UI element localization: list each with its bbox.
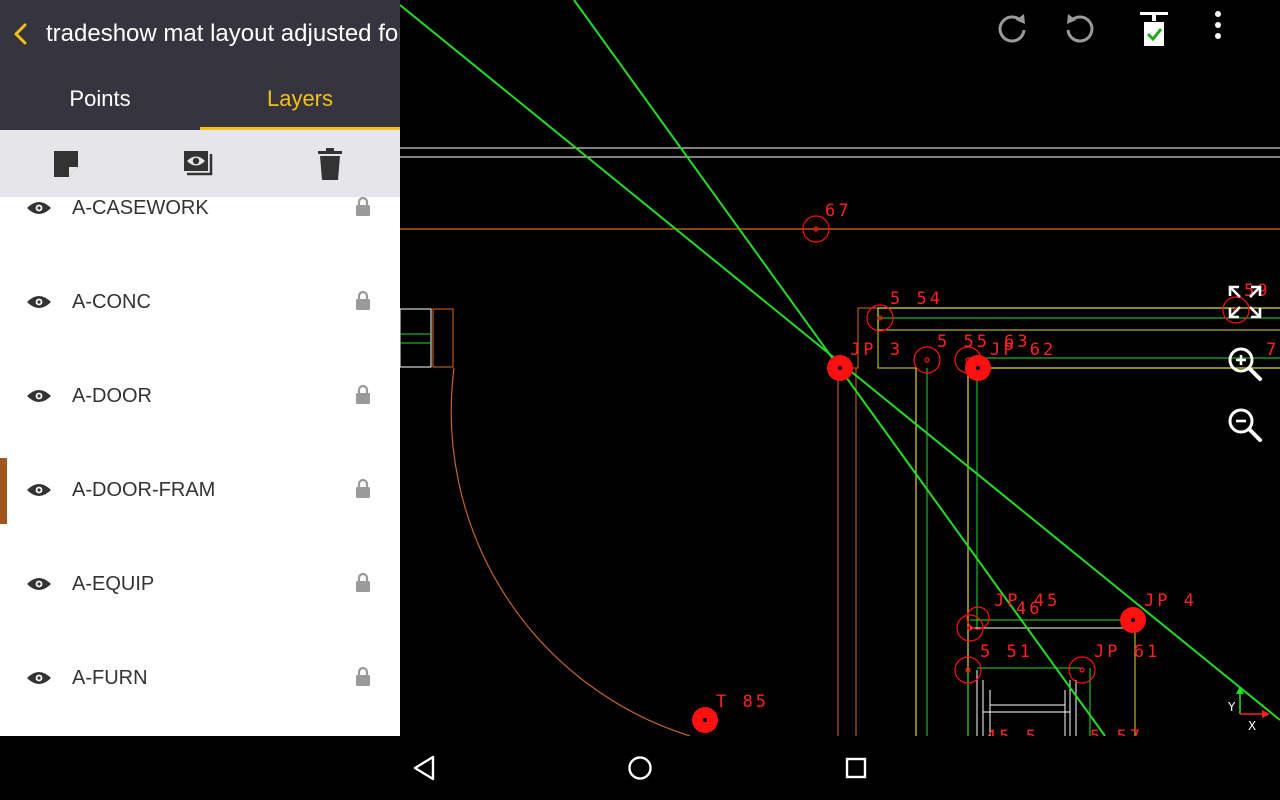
point-label: 5 51 — [980, 642, 1033, 662]
layer-row-selected[interactable]: A-DOOR-FRAM — [0, 440, 400, 534]
redo-button[interactable] — [994, 10, 1038, 54]
nav-recents-button[interactable] — [834, 746, 878, 790]
layer-visibility-icon — [184, 151, 213, 176]
lock-icon[interactable] — [352, 477, 374, 499]
new-layer-button[interactable] — [46, 144, 86, 184]
layer-row[interactable]: A-CONC — [0, 252, 400, 346]
point-label: 63 — [1004, 332, 1030, 352]
layer-row[interactable]: A-CASEWORK — [0, 197, 400, 252]
point-label: 67 — [825, 201, 851, 221]
point-label: T 85 — [716, 692, 769, 712]
undo-icon — [1066, 14, 1094, 43]
lock-icon[interactable] — [352, 571, 374, 593]
app-bar: tradeshow mat layout adjusted for demo — [0, 0, 400, 68]
lock-icon[interactable] — [352, 665, 374, 687]
layer-name: A-CONC — [72, 291, 151, 313]
eye-icon[interactable] — [24, 479, 54, 501]
back-icon — [413, 755, 435, 781]
point-label: 45 5 — [986, 727, 1039, 736]
tab-layers[interactable]: Layers — [200, 68, 400, 130]
tab-points[interactable]: Points — [0, 68, 200, 130]
fit-extents-button[interactable] — [1227, 284, 1271, 328]
delete-icon — [318, 148, 342, 180]
zoom-out-icon — [1228, 408, 1262, 442]
home-icon — [628, 756, 652, 780]
layer-name: A-EQUIP — [72, 573, 155, 595]
layer-row[interactable]: A-FURN — [0, 628, 400, 722]
cad-drawing[interactable]: 67 5 54 JP 3 5 55 JP 62 63 59 7 JP 45 46… — [400, 0, 1280, 736]
selected-layer-color — [0, 458, 7, 524]
delete-layer-button[interactable] — [310, 144, 350, 184]
new-layer-icon — [54, 151, 78, 177]
fit-extents-icon — [1228, 285, 1262, 319]
layer-name: A-DOOR — [72, 385, 152, 407]
layer-name: A-CASEWORK — [72, 197, 209, 219]
layer-row[interactable]: A-EQUIP — [0, 534, 400, 628]
point-label: 46 — [1016, 599, 1042, 619]
eye-icon[interactable] — [24, 291, 54, 313]
redo-icon — [998, 14, 1026, 43]
lock-icon[interactable] — [352, 197, 374, 217]
system-nav-bar — [0, 736, 1280, 800]
layer-visibility-button[interactable] — [178, 144, 218, 184]
svg-text:Y: Y — [1227, 700, 1236, 714]
point-label: JP 3 — [850, 340, 903, 360]
more-vert-icon — [1215, 11, 1221, 39]
zoom-in-button[interactable] — [1227, 346, 1271, 390]
drawing-canvas[interactable]: 67 5 54 JP 3 5 55 JP 62 63 59 7 JP 45 46… — [400, 0, 1280, 736]
nav-home-button[interactable] — [618, 746, 662, 790]
point-label: 5 57 — [1090, 727, 1143, 736]
lock-icon[interactable] — [352, 383, 374, 405]
stakeout-check-icon — [1140, 12, 1168, 46]
layer-toolbar — [0, 130, 400, 197]
chevron-left-icon — [14, 23, 27, 45]
eye-icon[interactable] — [24, 573, 54, 595]
undo-button[interactable] — [1062, 10, 1106, 54]
point-label: JP 61 — [1094, 642, 1160, 662]
zoom-out-button[interactable] — [1227, 407, 1271, 451]
eye-icon[interactable] — [24, 385, 54, 407]
layer-row[interactable]: A-DOOR — [0, 346, 400, 440]
point-label: 5 55 — [937, 332, 990, 352]
tab-bar: Points Layers — [0, 68, 400, 130]
nav-back-button[interactable] — [402, 746, 446, 790]
svg-text:X: X — [1248, 719, 1256, 733]
more-options-button[interactable] — [1214, 10, 1258, 54]
eye-icon[interactable] — [24, 667, 54, 689]
file-title: tradeshow mat layout adjusted for demo — [46, 20, 400, 47]
axis-indicator: Y X — [1227, 686, 1270, 733]
layer-name: A-FURN — [72, 667, 148, 689]
eye-icon[interactable] — [24, 197, 54, 219]
point-label: JP 4 — [1144, 591, 1197, 611]
stakeout-button[interactable] — [1137, 10, 1181, 54]
layer-name: A-DOOR-FRAM — [72, 479, 216, 501]
layer-list: A-CASEWORK A-CONC A-DOOR A-DOOR-FRAM A-E — [0, 197, 400, 736]
point-label: 5 54 — [890, 289, 943, 309]
layers-panel: tradeshow mat layout adjusted for demo P… — [0, 0, 400, 736]
back-button[interactable] — [4, 14, 38, 54]
app-root: tradeshow mat layout adjusted for demo P… — [0, 0, 1280, 800]
lock-icon[interactable] — [352, 289, 374, 311]
recents-icon — [845, 757, 867, 779]
zoom-in-icon — [1228, 347, 1262, 381]
